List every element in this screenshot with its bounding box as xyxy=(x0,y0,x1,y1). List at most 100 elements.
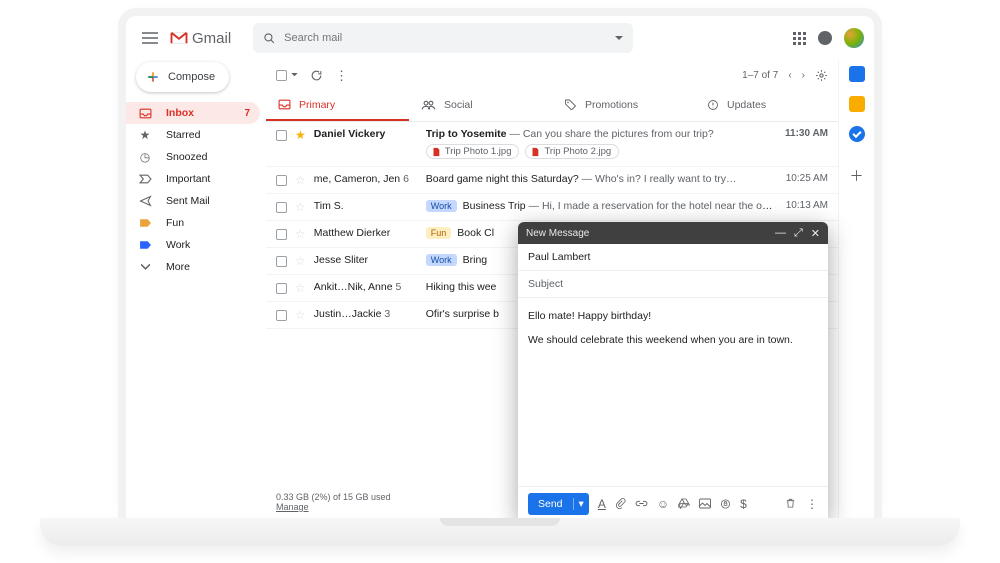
calendar-app-icon[interactable] xyxy=(849,66,865,82)
email-subject: Board game night this Saturday? xyxy=(426,173,579,185)
tab-label: Updates xyxy=(727,99,766,111)
email-subject: Business Trip xyxy=(463,200,526,212)
confidential-icon[interactable] xyxy=(720,498,731,510)
account-avatar[interactable] xyxy=(844,28,864,48)
send-button[interactable]: Send ▾ xyxy=(528,493,589,515)
discard-draft-icon[interactable] xyxy=(785,497,796,511)
row-checkbox[interactable] xyxy=(276,256,287,267)
star-icon[interactable]: ☆ xyxy=(295,227,306,241)
email-subject: Trip to Yosemite xyxy=(426,128,507,140)
compose-title: New Message xyxy=(526,228,589,239)
row-checkbox[interactable] xyxy=(276,175,287,186)
sidebar-item-work[interactable]: Work xyxy=(126,234,260,256)
more-icon xyxy=(138,264,152,270)
attachment-chip[interactable]: Trip Photo 2.jpg xyxy=(525,144,619,159)
inbox-icon xyxy=(138,108,152,119)
compose-expand-icon[interactable]: ⤢ xyxy=(794,227,803,240)
settings-gear-icon[interactable] xyxy=(815,69,828,82)
compose-body[interactable]: Ello mate! Happy birthday! We should cel… xyxy=(518,298,828,486)
send-options-caret[interactable]: ▾ xyxy=(573,498,589,510)
compose-window: New Message — ⤢ ✕ Paul Lambert Subject E… xyxy=(518,222,828,520)
prev-page-icon[interactable]: ‹ xyxy=(788,70,791,81)
tab-icon xyxy=(421,100,436,110)
nav-count: 7 xyxy=(244,108,250,119)
compose-close-icon[interactable]: ✕ xyxy=(811,227,820,240)
sidebar-item-important[interactable]: Important xyxy=(126,168,260,190)
star-icon[interactable]: ☆ xyxy=(295,200,306,214)
compose-more-icon[interactable]: ⋮ xyxy=(806,497,818,511)
important-icon xyxy=(138,174,152,184)
app-name: Gmail xyxy=(192,30,231,47)
next-page-icon[interactable]: › xyxy=(802,70,805,81)
compose-button[interactable]: Compose xyxy=(136,62,229,92)
tasks-app-icon[interactable] xyxy=(849,126,865,142)
compose-to-field[interactable]: Paul Lambert xyxy=(518,244,828,271)
tab-updates[interactable]: Updates xyxy=(695,90,838,121)
send-icon xyxy=(138,195,152,207)
email-snippet: — Who's in? I really want to try… xyxy=(579,173,737,185)
sidebar-item-sent-mail[interactable]: Sent Mail xyxy=(126,190,260,212)
main-menu-button[interactable] xyxy=(136,24,164,52)
label-icon xyxy=(138,218,152,228)
sidebar-item-starred[interactable]: ★Starred xyxy=(126,124,260,146)
sidebar-item-more[interactable]: More xyxy=(126,256,260,278)
search-bar[interactable] xyxy=(253,23,633,53)
email-row[interactable]: ☆me, Cameron, Jen 6Board game night this… xyxy=(266,167,838,194)
email-time: 11:30 AM xyxy=(774,128,828,139)
manage-storage-link[interactable]: Manage xyxy=(276,502,309,512)
tab-icon xyxy=(278,99,291,110)
gmail-logo: Gmail xyxy=(170,30,231,47)
more-actions-icon[interactable]: ⋮ xyxy=(335,69,348,82)
row-checkbox[interactable] xyxy=(276,229,287,240)
add-app-icon[interactable]: ＋ xyxy=(850,166,864,186)
row-checkbox[interactable] xyxy=(276,283,287,294)
star-icon[interactable]: ★ xyxy=(295,128,306,142)
sidebar-item-snoozed[interactable]: ◷Snoozed xyxy=(126,146,260,168)
label-tag: Work xyxy=(426,200,457,212)
star-icon[interactable]: ☆ xyxy=(295,173,306,187)
select-menu-caret[interactable] xyxy=(291,73,298,77)
tab-promotions[interactable]: Promotions xyxy=(552,90,695,121)
attach-icon[interactable] xyxy=(615,497,626,510)
insert-photo-icon[interactable] xyxy=(699,498,711,509)
email-time: 10:13 AM xyxy=(774,200,828,211)
row-checkbox[interactable] xyxy=(276,130,287,141)
money-icon[interactable]: $ xyxy=(740,497,747,511)
star-icon[interactable]: ☆ xyxy=(295,281,306,295)
refresh-icon[interactable] xyxy=(310,69,323,82)
star-icon[interactable]: ☆ xyxy=(295,308,306,322)
nav-label: Important xyxy=(166,173,210,185)
keep-app-icon[interactable] xyxy=(849,96,865,112)
email-sender: Jesse Sliter xyxy=(314,254,426,266)
tab-icon xyxy=(707,99,719,111)
compose-body-line: We should celebrate this weekend when yo… xyxy=(528,332,818,348)
star-icon: ★ xyxy=(138,128,152,142)
email-snippet: — Can you share the pictures from our tr… xyxy=(506,128,713,140)
nav-label: Fun xyxy=(166,217,184,229)
clock-icon: ◷ xyxy=(138,150,152,164)
search-options-caret[interactable] xyxy=(615,36,623,41)
nav-label: Sent Mail xyxy=(166,195,210,207)
attachment-chip[interactable]: Trip Photo 1.jpg xyxy=(426,144,520,159)
sidebar-item-inbox[interactable]: Inbox7 xyxy=(126,102,260,124)
emoji-icon[interactable]: ☺ xyxy=(657,497,669,511)
google-apps-icon[interactable] xyxy=(793,32,806,45)
sidebar-item-fun[interactable]: Fun xyxy=(126,212,260,234)
search-input[interactable] xyxy=(284,32,615,44)
email-subject: Ofir's surprise b xyxy=(426,308,499,320)
email-row[interactable]: ☆Tim S.WorkBusiness Trip — Hi, I made a … xyxy=(266,194,838,221)
format-icon[interactable]: A xyxy=(598,497,606,511)
row-checkbox[interactable] xyxy=(276,310,287,321)
drive-icon[interactable] xyxy=(678,498,690,509)
tab-primary[interactable]: Primary xyxy=(266,90,409,121)
select-all-checkbox[interactable] xyxy=(276,70,287,81)
tab-social[interactable]: Social xyxy=(409,90,552,121)
notifications-icon[interactable] xyxy=(818,31,832,45)
link-icon[interactable] xyxy=(635,498,648,509)
row-checkbox[interactable] xyxy=(276,202,287,213)
tab-icon xyxy=(564,99,577,110)
email-row[interactable]: ★Daniel VickeryTrip to Yosemite — Can yo… xyxy=(266,122,838,167)
star-icon[interactable]: ☆ xyxy=(295,254,306,268)
compose-minimize-icon[interactable]: — xyxy=(775,227,786,240)
compose-subject-field[interactable]: Subject xyxy=(518,271,828,298)
